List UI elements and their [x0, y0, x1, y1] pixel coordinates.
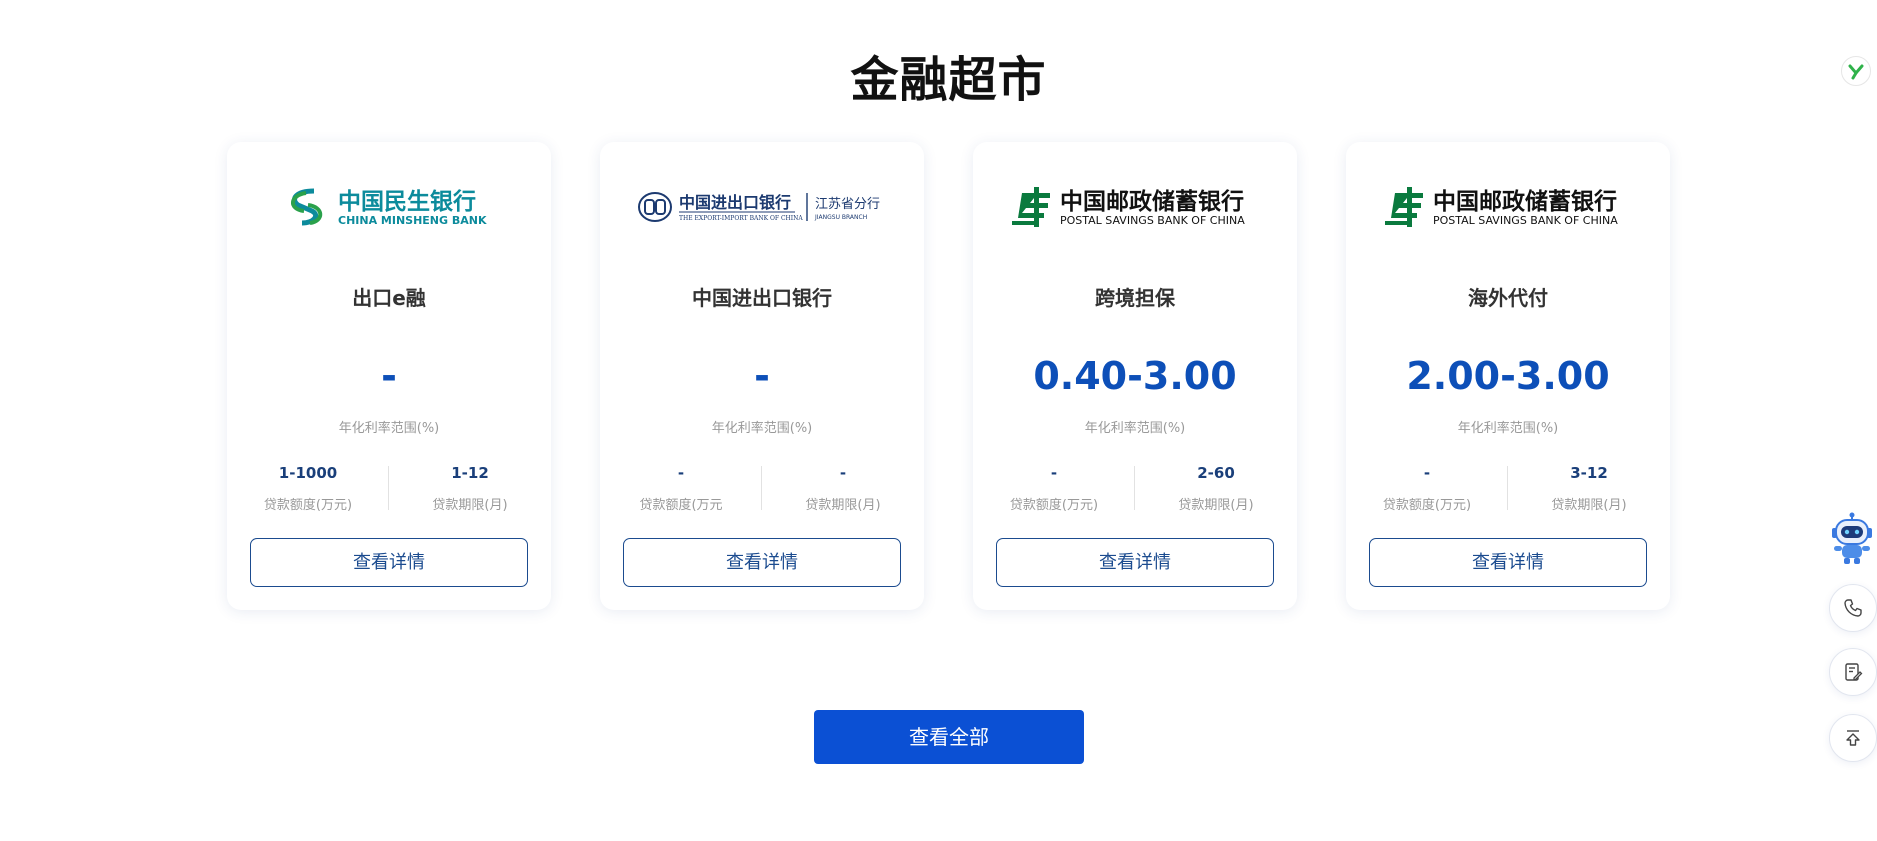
svg-text:JIANGSU BRANCH: JIANGSU BRANCH	[814, 214, 867, 221]
loan-term-value: 2-60	[1197, 464, 1235, 482]
loan-term: 2-60 贷款期限(月)	[1135, 462, 1297, 513]
loan-term-label: 贷款期限(月)	[1178, 498, 1254, 513]
svg-text:中国民生银行: 中国民生银行	[338, 188, 476, 215]
loan-amount-label: 贷款额度(万元)	[1382, 498, 1472, 513]
side-toolbar	[1817, 0, 1877, 841]
loan-term-value: -	[839, 464, 847, 482]
bank-logo-eximbank: 中国进出口银行 THE EXPORT-IMPORT BANK OF CHINA …	[600, 182, 924, 232]
robot-assistant-icon[interactable]	[1829, 512, 1875, 566]
interest-rate-label: 年化利率范围(%)	[1457, 421, 1559, 436]
svg-text:THE EXPORT-IMPORT BANK OF CHIN: THE EXPORT-IMPORT BANK OF CHINA	[679, 215, 803, 222]
loan-amount-value: 1-1000	[278, 464, 338, 482]
loan-term-label: 贷款期限(月)	[805, 498, 881, 513]
loan-amount-value: -	[1050, 464, 1058, 482]
product-name: 跨境担保	[1095, 286, 1175, 310]
psbc-logo-icon: 中国邮政储蓄银行 POSTAL SAVINGS BANK OF CHINA	[1012, 187, 1245, 227]
loan-term-label: 贷款期限(月)	[432, 498, 508, 513]
view-details-button[interactable]: 查看详情	[623, 538, 901, 587]
svg-text:POSTAL SAVINGS BANK OF CHINA: POSTAL SAVINGS BANK OF CHINA	[1060, 214, 1245, 227]
loan-amount-label: 贷款额度(万元	[639, 498, 723, 513]
svg-text:中国邮政储蓄银行: 中国邮政储蓄银行	[1433, 188, 1617, 215]
phone-icon[interactable]	[1829, 584, 1877, 632]
interest-rate-value: 2.00-3.00	[1406, 354, 1610, 398]
loan-amount-label: 贷款额度(万元)	[1009, 498, 1099, 513]
psbc-logo-icon: 中国邮政储蓄银行 POSTAL SAVINGS BANK OF CHINA	[1385, 187, 1618, 227]
interest-rate-value: -	[381, 354, 397, 398]
view-details-button[interactable]: 查看详情	[250, 538, 528, 587]
loan-stats: 1-1000 贷款额度(万元) 1-12 贷款期限(月)	[227, 462, 551, 513]
interest-rate-value: 0.40-3.00	[1033, 354, 1237, 398]
product-name: 出口e融	[352, 286, 426, 310]
loan-stats: - 贷款额度(万元 - 贷款期限(月)	[600, 462, 924, 513]
loan-term-value: 1-12	[451, 464, 489, 482]
svg-text:POSTAL SAVINGS BANK OF CHINA: POSTAL SAVINGS BANK OF CHINA	[1433, 214, 1618, 227]
loan-term: 3-12 贷款期限(月)	[1508, 462, 1670, 513]
loan-stats: - 贷款额度(万元) 3-12 贷款期限(月)	[1346, 462, 1670, 513]
loan-amount: - 贷款额度(万元	[600, 462, 762, 513]
product-card: 中国进出口银行 THE EXPORT-IMPORT BANK OF CHINA …	[600, 142, 924, 610]
note-edit-icon[interactable]	[1829, 648, 1877, 696]
view-details-button[interactable]: 查看详情	[996, 538, 1274, 587]
svg-text:中国邮政储蓄银行: 中国邮政储蓄银行	[1060, 188, 1244, 215]
view-all-button[interactable]: 查看全部	[814, 710, 1084, 764]
page-title: 金融超市	[850, 52, 1047, 108]
loan-amount-value: -	[677, 464, 685, 482]
loan-amount: - 贷款额度(万元)	[973, 462, 1135, 513]
loan-amount: 1-1000 贷款额度(万元)	[227, 462, 389, 513]
y-badge-icon[interactable]	[1841, 56, 1871, 86]
product-name: 海外代付	[1468, 286, 1548, 310]
loan-amount: - 贷款额度(万元)	[1346, 462, 1508, 513]
loan-amount-label: 贷款额度(万元)	[263, 498, 353, 513]
loan-stats: - 贷款额度(万元) 2-60 贷款期限(月)	[973, 462, 1297, 513]
product-card: 中国邮政储蓄银行 POSTAL SAVINGS BANK OF CHINA 跨境…	[973, 142, 1297, 610]
svg-text:中国进出口银行: 中国进出口银行	[679, 193, 791, 212]
interest-rate-label: 年化利率范围(%)	[338, 421, 440, 436]
eximbank-logo-icon: 中国进出口银行 THE EXPORT-IMPORT BANK OF CHINA …	[638, 192, 880, 222]
product-card: 中国邮政储蓄银行 POSTAL SAVINGS BANK OF CHINA 海外…	[1346, 142, 1670, 610]
svg-text:CHINA MINSHENG BANK: CHINA MINSHENG BANK	[338, 214, 487, 227]
bank-logo-psbc: 中国邮政储蓄银行 POSTAL SAVINGS BANK OF CHINA	[1346, 182, 1670, 232]
interest-rate-label: 年化利率范围(%)	[711, 421, 813, 436]
product-card-list: 中国民生银行 CHINA MINSHENG BANK 出口e融 - 年化利率范围…	[227, 142, 1672, 612]
bank-logo-psbc: 中国邮政储蓄银行 POSTAL SAVINGS BANK OF CHINA	[973, 182, 1297, 232]
loan-amount-value: -	[1423, 464, 1431, 482]
interest-rate-value: -	[754, 354, 770, 398]
view-details-button[interactable]: 查看详情	[1369, 538, 1647, 587]
interest-rate-label: 年化利率范围(%)	[1084, 421, 1186, 436]
product-card: 中国民生银行 CHINA MINSHENG BANK 出口e融 - 年化利率范围…	[227, 142, 551, 610]
loan-term-value: 3-12	[1570, 464, 1608, 482]
loan-term: 1-12 贷款期限(月)	[389, 462, 551, 513]
product-name: 中国进出口银行	[692, 286, 832, 310]
bank-logo-minsheng: 中国民生银行 CHINA MINSHENG BANK	[227, 182, 551, 232]
svg-text:江苏省分行: 江苏省分行	[815, 196, 880, 212]
back-to-top-icon[interactable]	[1829, 714, 1877, 762]
loan-term-label: 贷款期限(月)	[1551, 498, 1627, 513]
loan-term: - 贷款期限(月)	[762, 462, 924, 513]
minsheng-logo-icon: 中国民生银行 CHINA MINSHENG BANK	[291, 188, 487, 227]
